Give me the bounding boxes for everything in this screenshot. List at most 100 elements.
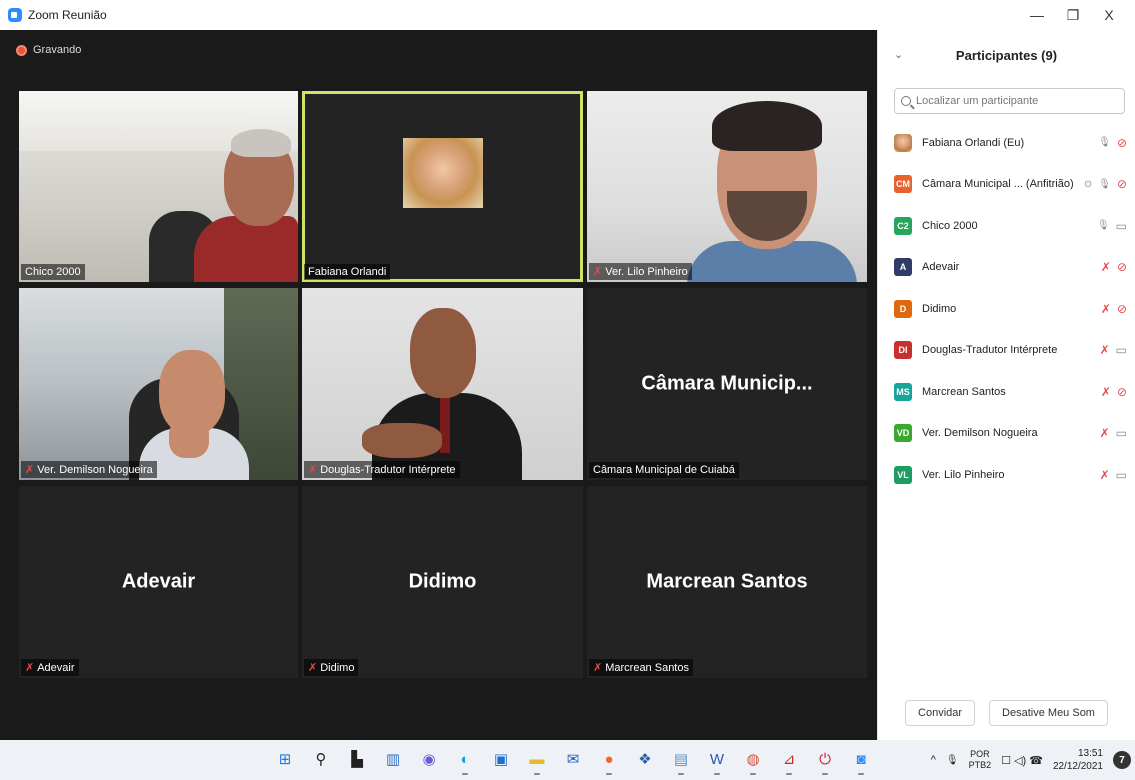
participant-row[interactable]: D Didimo ✗ ⊘	[878, 288, 1135, 330]
camera-off-icon[interactable]: ⊘	[1117, 136, 1127, 150]
widgets-icon[interactable]: ▥	[380, 746, 406, 772]
tray-overflow-icon[interactable]: ^	[931, 754, 936, 766]
microphone-muted-icon[interactable]: ✗	[1100, 468, 1110, 482]
video-tile-adevair[interactable]: Adevair ✗ Adevair	[19, 486, 298, 678]
tile-name-tag: ✗ Ver. Demilson Nogueira	[21, 461, 157, 478]
microphone-icon[interactable]: 🎙	[1098, 179, 1111, 190]
input-language[interactable]: POR PTB2	[969, 749, 992, 771]
window-controls: — ❐ X	[1019, 0, 1127, 30]
mic-muted-icon: ✗	[25, 662, 35, 674]
participant-row[interactable]: A Adevair ✗ ⊘	[878, 247, 1135, 289]
microphone-muted-icon[interactable]: ✗	[1100, 343, 1110, 357]
camera-off-icon[interactable]: ⊘	[1117, 302, 1127, 316]
recording-indicator[interactable]: Gravando	[16, 44, 81, 56]
firefox-icon[interactable]: ●	[596, 746, 622, 775]
video-tile-fabiana[interactable]: Fabiana Orlandi	[302, 91, 583, 282]
camera-off-icon[interactable]: ⊘	[1117, 177, 1127, 191]
person-hair	[231, 129, 291, 157]
camera-off-icon[interactable]: ⊘	[1117, 385, 1127, 399]
folder-icon[interactable]: ▬	[524, 746, 550, 775]
video-tile-lilo[interactable]: ✗ Ver. Lilo Pinheiro	[587, 91, 867, 282]
participant-row[interactable]: Fabiana Orlandi (Eu) 🎙 ⊘	[878, 122, 1135, 164]
mic-muted-icon: ✗	[25, 464, 35, 476]
clock[interactable]: 13:51 22/12/2021	[1053, 747, 1103, 773]
video-gallery: Gravando Chico 2000 Fabiana Orlandi ✗ Ver…	[0, 30, 877, 740]
mute-me-button[interactable]: Desative Meu Som	[989, 700, 1108, 726]
microphone-icon[interactable]: 🎙	[946, 755, 959, 766]
windows-taskbar: ⊞ ⚲ ▙ ▥ ◉ ◐ ▣ ▬ ✉ ● ❖ ▤ W ◍ ⊿ ⏻ ◙ ^ 🎙 POR PTB2 ☐ ◁) ☎ 13…	[0, 740, 1135, 780]
participant-name: Chico 2000	[922, 219, 978, 232]
system-tray: ^ 🎙 POR PTB2 ☐ ◁) ☎ 13:51 22/12/2021 7	[931, 740, 1131, 780]
participant-status: 🎙 ⊘	[1098, 122, 1127, 164]
video-tile-douglas[interactable]: ✗ Douglas-Tradutor Intérprete	[302, 288, 583, 480]
participant-row[interactable]: CM Câmara Municipal ... (Anfitrião) ⊙ 🎙 ⊘	[878, 164, 1135, 206]
invite-button[interactable]: Convidar	[905, 700, 976, 726]
participant-photo	[894, 133, 912, 152]
participant-row[interactable]: MS Marcrean Santos ✗ ⊘	[878, 371, 1135, 413]
task-view-icon[interactable]: ▙	[344, 746, 370, 772]
video-tile-camara[interactable]: Câmara Municip... Câmara Municipal de Cu…	[587, 288, 867, 480]
camera-icon[interactable]: ▭	[1116, 219, 1127, 233]
participant-row[interactable]: C2 Chico 2000 🎙 ▭	[878, 205, 1135, 247]
participant-avatar: C2	[894, 216, 912, 235]
participant-avatar: VL	[894, 465, 912, 484]
mail-icon[interactable]: ✉	[560, 746, 586, 772]
mic-muted-icon: ✗	[593, 662, 603, 674]
start-icon[interactable]: ⊞	[272, 746, 298, 772]
edge-icon[interactable]: ◐	[452, 746, 478, 775]
participant-status: ✗ ▭	[1100, 330, 1127, 372]
pdf-icon[interactable]: ⊿	[776, 746, 802, 775]
word-icon[interactable]: W	[704, 746, 730, 775]
profile-photo	[403, 138, 483, 208]
participant-search-input[interactable]	[916, 95, 1116, 107]
video-tile-demilson[interactable]: ✗ Ver. Demilson Nogueira	[19, 288, 298, 480]
notification-badge-icon[interactable]: 7	[1113, 751, 1131, 769]
microphone-muted-icon[interactable]: ✗	[1101, 260, 1111, 274]
microphone-icon[interactable]: 🎙	[1098, 137, 1111, 148]
chrome-icon[interactable]: ◍	[740, 746, 766, 775]
camera-icon[interactable]: ▭	[1116, 468, 1127, 482]
microphone-muted-icon[interactable]: ✗	[1101, 302, 1111, 316]
participant-status: ✗ ⊘	[1101, 288, 1127, 330]
zoom-icon[interactable]: ◙	[848, 746, 874, 775]
mic-muted-icon: ✗	[593, 266, 603, 278]
participant-row[interactable]: VD Ver. Demilson Nogueira ✗ ▭	[878, 413, 1135, 455]
network-volume-icon[interactable]: ☐ ◁) ☎	[1001, 754, 1043, 767]
dropbox-icon[interactable]: ❖	[632, 746, 658, 772]
microphone-muted-icon[interactable]: ✗	[1100, 426, 1110, 440]
close-button[interactable]: X	[1091, 0, 1127, 30]
chat-icon[interactable]: ◉	[416, 746, 442, 772]
tile-display-name: Marcrean Santos	[646, 570, 808, 593]
minimize-button[interactable]: —	[1019, 0, 1055, 30]
tile-name-tag: ✗ Adevair	[21, 659, 79, 676]
camera-icon[interactable]: ▭	[1116, 426, 1127, 440]
collapse-chevron-icon[interactable]: ⌄	[894, 48, 903, 61]
participant-status: 🎙 ▭	[1097, 205, 1127, 247]
camera-off-icon[interactable]: ⊘	[1117, 260, 1127, 274]
video-tile-didimo[interactable]: Didimo ✗ Didimo	[302, 486, 583, 678]
search-icon[interactable]: ⚲	[308, 746, 334, 772]
video-tile-marcrean[interactable]: Marcrean Santos ✗ Marcrean Santos	[587, 486, 867, 678]
participant-row[interactable]: VL Ver. Lilo Pinheiro ✗ ▭	[878, 454, 1135, 496]
participant-avatar: CM	[894, 175, 912, 194]
tile-name-tag: ✗ Douglas-Tradutor Intérprete	[304, 461, 460, 478]
person-hand	[169, 418, 209, 458]
host-icon: ⊙	[1083, 178, 1093, 190]
participant-row[interactable]: DI Douglas-Tradutor Intérprete ✗ ▭	[878, 330, 1135, 372]
store-icon[interactable]: ▣	[488, 746, 514, 772]
mic-muted-icon: ✗	[308, 662, 318, 674]
zoom-logo-icon	[8, 8, 22, 22]
microphone-muted-icon[interactable]: ✗	[1101, 385, 1111, 399]
power-icon[interactable]: ⏻	[812, 746, 838, 775]
participant-name: Fabiana Orlandi (Eu)	[922, 136, 1025, 149]
participant-avatar: A	[894, 258, 912, 277]
recording-icon	[16, 44, 27, 56]
participant-name: Marcrean Santos	[922, 385, 1006, 398]
maximize-button[interactable]: ❐	[1055, 0, 1091, 30]
mic-muted-icon: ✗	[308, 464, 318, 476]
participant-status: ✗ ⊘	[1101, 371, 1127, 413]
camera-icon[interactable]: ▭	[1116, 343, 1127, 357]
microphone-icon[interactable]: 🎙	[1097, 220, 1110, 231]
video-tile-chico[interactable]: Chico 2000	[19, 91, 298, 282]
scanner-icon[interactable]: ▤	[668, 746, 694, 775]
